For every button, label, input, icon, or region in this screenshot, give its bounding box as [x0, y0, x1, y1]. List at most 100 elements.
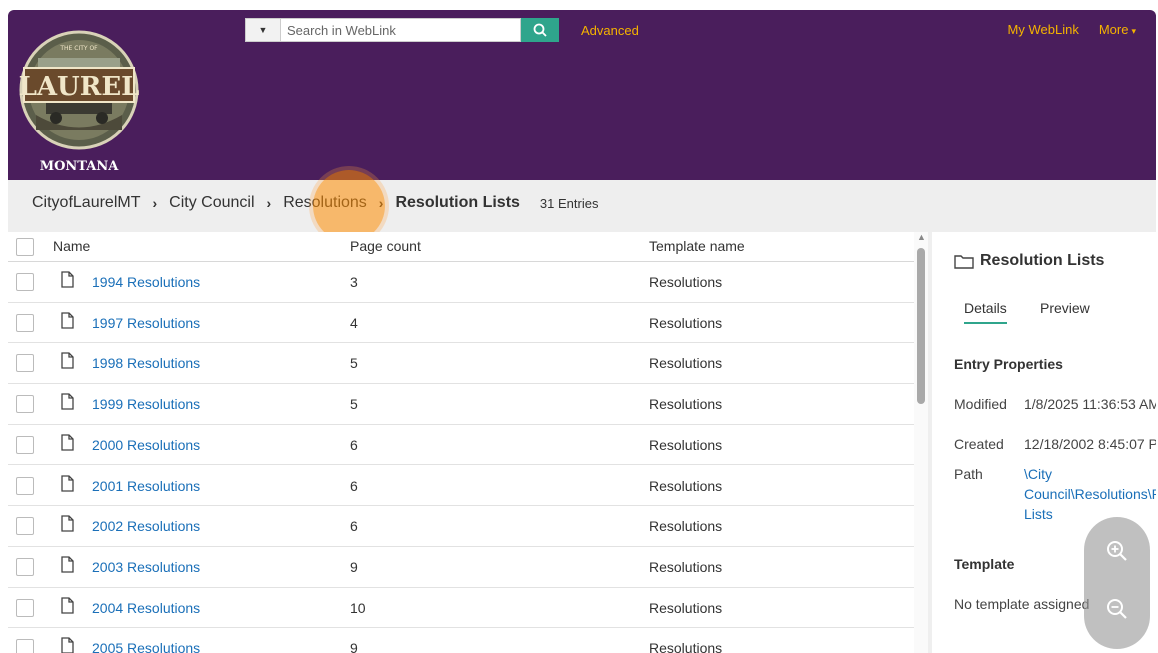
- table-scrollbar[interactable]: ▲: [914, 232, 928, 653]
- breadcrumb-item-city-council[interactable]: City Council: [169, 194, 254, 212]
- table-row[interactable]: 2002 Resolutions 6 Resolutions: [8, 506, 916, 547]
- page-count: 5: [350, 396, 358, 413]
- path-label: Path: [954, 466, 983, 482]
- my-weblink-link[interactable]: My WebLink: [1008, 22, 1079, 37]
- template-name: Resolutions: [649, 314, 723, 331]
- row-checkbox[interactable]: [16, 557, 34, 576]
- template-heading: Template: [954, 556, 1015, 572]
- column-header-template-name[interactable]: Template name: [649, 238, 745, 254]
- entry-name-link[interactable]: 2001 Resolutions: [92, 478, 200, 494]
- document-icon: [61, 434, 74, 451]
- search-button[interactable]: [521, 18, 559, 42]
- zoom-out-button[interactable]: [1103, 595, 1131, 623]
- entry-name-link[interactable]: 1994 Resolutions: [92, 274, 200, 290]
- more-label: More: [1098, 22, 1129, 37]
- entry-name-link[interactable]: 2000 Resolutions: [92, 437, 200, 453]
- page-count: 9: [350, 558, 358, 575]
- table-row[interactable]: 2003 Resolutions 9 Resolutions: [8, 547, 916, 588]
- created-value: 12/18/2002 8:45:07 PM: [1024, 436, 1156, 452]
- entry-name-link[interactable]: 1999 Resolutions: [92, 396, 200, 412]
- template-name: Resolutions: [649, 599, 723, 616]
- template-name: Resolutions: [649, 396, 723, 413]
- caret-down-icon: ▼: [258, 25, 268, 35]
- pane-title-text: Resolution Lists: [980, 252, 1105, 269]
- logo-bottom-text: MONTANA: [40, 159, 120, 174]
- entry-name-link[interactable]: 1997 Resolutions: [92, 315, 200, 331]
- path-line: \City: [1024, 466, 1052, 482]
- column-header-name[interactable]: Name: [53, 238, 90, 254]
- page-count: 10: [350, 599, 366, 616]
- template-name: Resolutions: [649, 274, 723, 290]
- entry-properties-heading: Entry Properties: [954, 356, 1063, 372]
- entry-table: Name Page count Template name 1994 Resol…: [8, 232, 928, 653]
- created-label: Created: [954, 436, 1004, 452]
- table-row[interactable]: 2005 Resolutions 9 Resolutions: [8, 628, 916, 653]
- modified-value: 1/8/2025 11:36:53 AM: [1024, 396, 1156, 412]
- entry-name-link[interactable]: 2002 Resolutions: [92, 518, 200, 534]
- entry-name-link[interactable]: 2005 Resolutions: [92, 640, 200, 653]
- template-name: Resolutions: [649, 436, 723, 453]
- search-input[interactable]: [281, 18, 521, 42]
- page-count: 9: [350, 640, 358, 653]
- search-scope-dropdown[interactable]: ▼: [245, 18, 281, 42]
- entry-name-link[interactable]: 1998 Resolutions: [92, 355, 200, 371]
- page-count: 3: [350, 274, 358, 290]
- breadcrumb-item-cityoflaurelmt[interactable]: CityofLaurelMT: [32, 194, 140, 212]
- search-bar: ▼: [245, 18, 559, 42]
- select-all-checkbox[interactable]: [16, 238, 34, 256]
- breadcrumb-current: Resolution Lists: [395, 194, 520, 211]
- row-checkbox[interactable]: [16, 313, 34, 332]
- row-checkbox[interactable]: [16, 395, 34, 414]
- zoom-controls: [1084, 517, 1150, 649]
- tab-preview[interactable]: Preview: [1040, 300, 1090, 316]
- scroll-up-icon[interactable]: ▲: [917, 232, 926, 242]
- column-header-page-count[interactable]: Page count: [350, 238, 421, 254]
- more-menu[interactable]: More ▾: [1099, 22, 1136, 37]
- row-checkbox[interactable]: [16, 435, 34, 454]
- page-count: 6: [350, 436, 358, 453]
- table-row[interactable]: 2001 Resolutions 6 Resolutions: [8, 466, 916, 507]
- document-icon: [61, 515, 74, 532]
- table-row[interactable]: 2004 Resolutions 10 Resolutions: [8, 588, 916, 629]
- path-line: Council\Resolutions\Resolution: [1024, 486, 1156, 502]
- chevron-right-icon: ›: [152, 195, 158, 211]
- search-icon: [533, 23, 547, 37]
- template-name: Resolutions: [649, 477, 723, 494]
- document-icon: [61, 637, 74, 653]
- folder-icon: [954, 255, 974, 269]
- path-link[interactable]: \City Council\Resolutions\Resolution Lis…: [1024, 464, 1156, 524]
- table-header: Name Page count Template name: [8, 232, 916, 262]
- row-checkbox[interactable]: [16, 476, 34, 495]
- document-icon: [61, 312, 74, 329]
- scroll-thumb[interactable]: [917, 248, 925, 404]
- document-icon: [61, 596, 74, 614]
- entry-name-link[interactable]: 2003 Resolutions: [92, 559, 200, 575]
- breadcrumb-bar: CityofLaurelMT › City Council › Resoluti…: [8, 180, 1156, 232]
- table-row[interactable]: 2000 Resolutions 6 Resolutions: [8, 425, 916, 466]
- table-row[interactable]: 1997 Resolutions 4 Resolutions: [8, 303, 916, 344]
- entry-name-link[interactable]: 2004 Resolutions: [92, 600, 200, 616]
- city-logo[interactable]: LAUREL THE CITY OF MONTANA: [16, 20, 142, 178]
- zoom-in-button[interactable]: [1103, 537, 1131, 565]
- page-count: 6: [350, 477, 358, 494]
- template-name: Resolutions: [649, 518, 723, 535]
- tab-details[interactable]: Details: [964, 300, 1007, 324]
- table-row[interactable]: 1999 Resolutions 5 Resolutions: [8, 384, 916, 425]
- row-checkbox[interactable]: [16, 639, 34, 653]
- zoom-in-icon: [1107, 541, 1127, 561]
- template-name: Resolutions: [649, 640, 723, 653]
- advanced-search-link[interactable]: Advanced: [581, 23, 639, 38]
- pane-title: Resolution Lists: [954, 252, 1104, 270]
- zoom-out-icon: [1107, 599, 1127, 619]
- template-value: No template assigned: [954, 596, 1090, 612]
- row-checkbox[interactable]: [16, 517, 34, 536]
- caret-down-icon: ▾: [1131, 26, 1136, 36]
- row-checkbox[interactable]: [16, 598, 34, 617]
- template-name: Resolutions: [649, 558, 723, 575]
- logo-top-text: THE CITY OF: [59, 45, 98, 52]
- table-row[interactable]: 1998 Resolutions 5 Resolutions: [8, 343, 916, 385]
- row-checkbox[interactable]: [16, 354, 34, 373]
- table-row[interactable]: 1994 Resolutions 3 Resolutions: [8, 262, 916, 303]
- entry-count: 31 Entries: [539, 195, 599, 211]
- row-checkbox[interactable]: [16, 273, 34, 291]
